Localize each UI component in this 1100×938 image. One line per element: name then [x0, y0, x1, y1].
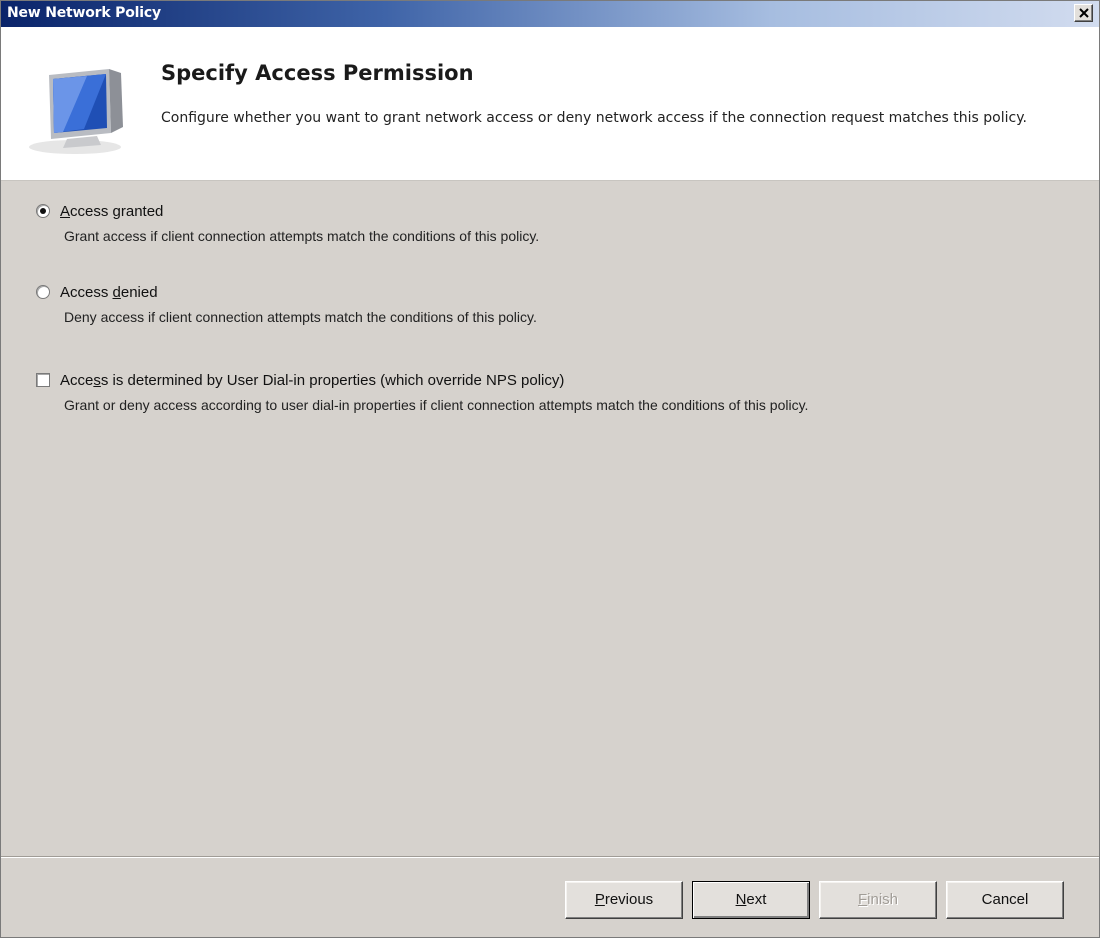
- access-granted-label[interactable]: Access granted: [60, 203, 163, 220]
- dialin-description: Grant or deny access according to user d…: [64, 397, 809, 413]
- wizard-content: Access granted Grant access if client co…: [1, 181, 1099, 856]
- close-button[interactable]: [1074, 4, 1093, 22]
- page-title: Specify Access Permission: [161, 61, 474, 85]
- option-access-denied: Access denied Deny access if client conn…: [36, 282, 537, 325]
- close-icon: [1079, 8, 1089, 18]
- access-granted-radio[interactable]: [36, 204, 50, 218]
- access-denied-radio-row[interactable]: Access denied: [36, 282, 537, 302]
- next-button[interactable]: Next: [692, 881, 810, 919]
- window-title: New Network Policy: [7, 5, 161, 21]
- dialin-checkbox-row[interactable]: Access is determined by User Dial-in pro…: [36, 370, 808, 390]
- network-computer-icon: [27, 67, 137, 162]
- cancel-button[interactable]: Cancel: [946, 881, 1064, 919]
- option-access-granted: Access granted Grant access if client co…: [36, 201, 539, 244]
- option-dialin-properties: Access is determined by User Dial-in pro…: [36, 370, 808, 413]
- access-denied-description: Deny access if client connection attempt…: [64, 309, 537, 325]
- dialin-label[interactable]: Access is determined by User Dial-in pro…: [60, 372, 564, 389]
- footer-separator: [1, 856, 1099, 858]
- page-description: Configure whether you want to grant netw…: [161, 110, 1027, 126]
- title-bar[interactable]: New Network Policy: [1, 1, 1099, 27]
- access-denied-label[interactable]: Access denied: [60, 284, 158, 301]
- dialin-checkbox[interactable]: [36, 373, 50, 387]
- access-granted-radio-row[interactable]: Access granted: [36, 201, 539, 221]
- previous-button[interactable]: Previous: [565, 881, 683, 919]
- wizard-header: Specify Access Permission Configure whet…: [1, 27, 1099, 181]
- new-network-policy-dialog: New Network Policy Specify Access Permis…: [0, 0, 1100, 938]
- finish-button[interactable]: Finish: [819, 881, 937, 919]
- access-granted-description: Grant access if client connection attemp…: [64, 228, 540, 244]
- access-denied-radio[interactable]: [36, 285, 50, 299]
